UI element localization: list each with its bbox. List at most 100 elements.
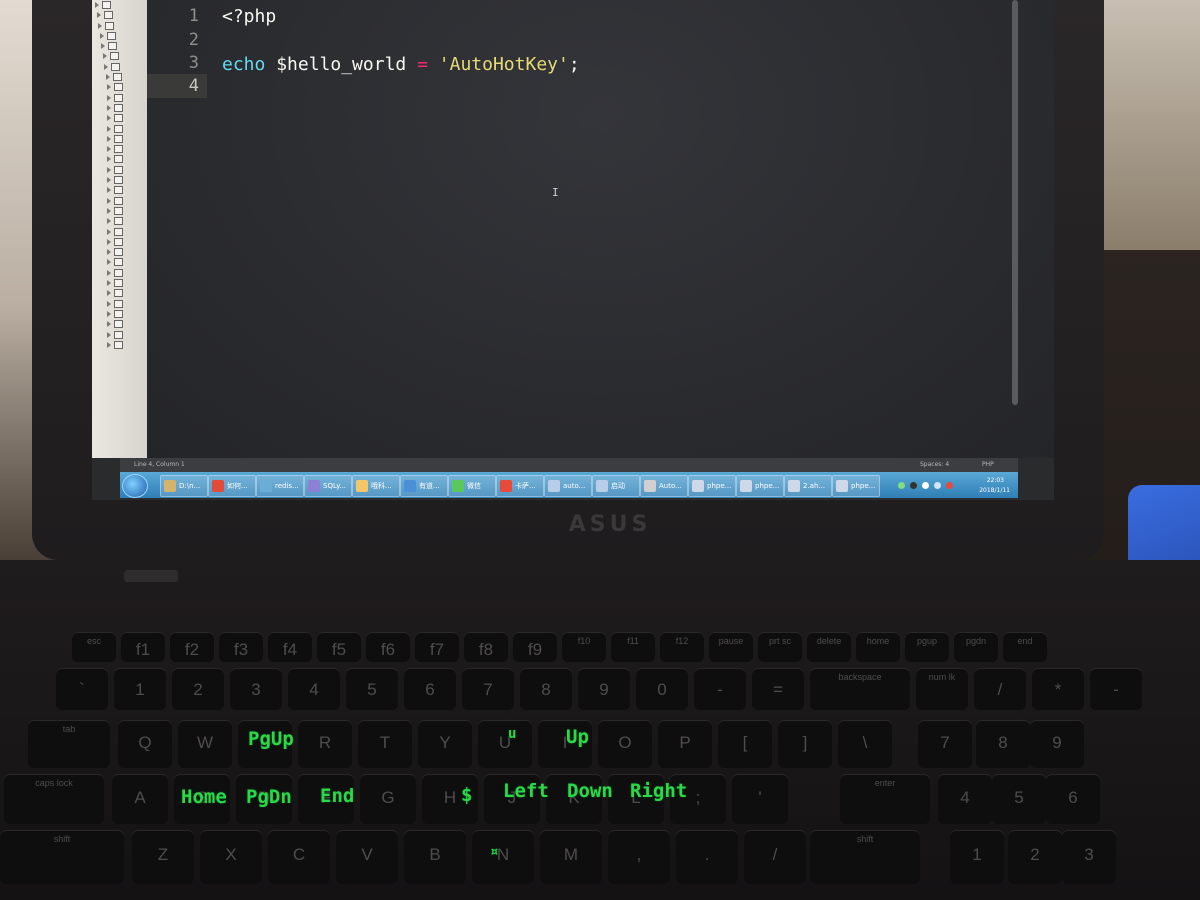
star-tray-icon[interactable]: [934, 482, 941, 489]
taskbar-item[interactable]: phpe...: [688, 475, 736, 497]
tree-expand-arrow-icon[interactable]: [96, 12, 101, 19]
key[interactable]: caps lock: [4, 774, 104, 824]
key[interactable]: f5: [317, 632, 361, 662]
key[interactable]: [: [718, 720, 772, 768]
code-line-3[interactable]: echo $hello_world = 'AutoHotKey';: [222, 54, 580, 75]
taskbar-item[interactable]: 卡萨...: [496, 475, 544, 497]
key[interactable]: G: [360, 774, 416, 824]
tree-expand-arrow-icon[interactable]: [107, 135, 111, 142]
key[interactable]: 3: [230, 668, 282, 710]
key[interactable]: pause: [709, 632, 753, 662]
taskbar-item[interactable]: SQLy...: [304, 475, 352, 497]
key[interactable]: -: [694, 668, 746, 710]
file-tree-row[interactable]: [92, 21, 147, 31]
key[interactable]: A: [112, 774, 168, 824]
key[interactable]: 4: [938, 774, 992, 824]
file-tree-row[interactable]: [92, 62, 147, 72]
file-tree-row[interactable]: [92, 93, 147, 103]
key[interactable]: -: [1090, 668, 1142, 710]
tree-expand-arrow-icon[interactable]: [107, 228, 111, 235]
key[interactable]: 7: [462, 668, 514, 710]
key[interactable]: 1: [114, 668, 166, 710]
key[interactable]: =: [752, 668, 804, 710]
key[interactable]: f9: [513, 632, 557, 662]
file-tree-sidebar[interactable]: [92, 0, 147, 458]
tree-expand-arrow-icon[interactable]: [107, 331, 111, 338]
tree-expand-arrow-icon[interactable]: [107, 177, 111, 184]
key[interactable]: 2: [172, 668, 224, 710]
tree-expand-arrow-icon[interactable]: [107, 249, 111, 256]
key[interactable]: delete: [807, 632, 851, 662]
key[interactable]: pgdn: [954, 632, 998, 662]
key[interactable]: 5: [346, 668, 398, 710]
key[interactable]: 9: [1030, 720, 1084, 768]
tree-expand-arrow-icon[interactable]: [107, 269, 111, 276]
file-tree-row[interactable]: [92, 257, 147, 267]
key[interactable]: f12: [660, 632, 704, 662]
key[interactable]: pgup: [905, 632, 949, 662]
taskbar-item[interactable]: phpe...: [736, 475, 784, 497]
tree-expand-arrow-icon[interactable]: [107, 146, 111, 153]
tree-expand-arrow-icon[interactable]: [99, 32, 104, 39]
editor-scrollbar[interactable]: [1012, 0, 1018, 405]
key[interactable]: enter: [840, 774, 930, 824]
key[interactable]: P: [658, 720, 712, 768]
key[interactable]: B: [404, 830, 466, 884]
file-tree-row[interactable]: [92, 299, 147, 309]
key[interactable]: num lk: [916, 668, 968, 710]
file-tree-row[interactable]: [92, 124, 147, 134]
taskbar-item[interactable]: 启动: [592, 475, 640, 497]
netease-tray-icon[interactable]: [946, 482, 953, 489]
key[interactable]: M: [540, 830, 602, 884]
key[interactable]: O: [598, 720, 652, 768]
key[interactable]: f3: [219, 632, 263, 662]
key[interactable]: *: [1032, 668, 1084, 710]
key[interactable]: f4: [268, 632, 312, 662]
taskbar-item[interactable]: 微信: [448, 475, 496, 497]
key[interactable]: f1: [121, 632, 165, 662]
start-button[interactable]: [122, 474, 148, 498]
file-tree-row[interactable]: [92, 113, 147, 123]
key[interactable]: home: [856, 632, 900, 662]
key[interactable]: end: [1003, 632, 1047, 662]
key[interactable]: \: [838, 720, 892, 768]
key[interactable]: Q: [118, 720, 172, 768]
clock-time[interactable]: 22:03: [987, 477, 1004, 484]
file-tree-row[interactable]: [92, 227, 147, 237]
file-tree-row[interactable]: [92, 82, 147, 92]
tree-expand-arrow-icon[interactable]: [107, 238, 111, 245]
file-tree-row[interactable]: [92, 144, 147, 154]
telegram-tray-icon[interactable]: [922, 482, 929, 489]
key[interactable]: 9: [578, 668, 630, 710]
key[interactable]: tab: [28, 720, 110, 768]
key[interactable]: 6: [404, 668, 456, 710]
key[interactable]: ]: [778, 720, 832, 768]
tree-expand-arrow-icon[interactable]: [107, 94, 111, 101]
key[interactable]: Y: [418, 720, 472, 768]
file-tree-row[interactable]: [92, 288, 147, 298]
tree-expand-arrow-icon[interactable]: [98, 22, 102, 29]
file-tree-row[interactable]: [92, 154, 147, 164]
key[interactable]: f10: [562, 632, 606, 662]
tree-expand-arrow-icon[interactable]: [107, 115, 111, 122]
key[interactable]: shift: [810, 830, 920, 884]
key[interactable]: 0: [636, 668, 688, 710]
key[interactable]: 2: [1008, 830, 1062, 884]
clock-date[interactable]: 2018/1/11: [979, 487, 1010, 494]
key[interactable]: f7: [415, 632, 459, 662]
tree-expand-arrow-icon[interactable]: [104, 63, 108, 70]
file-tree-row[interactable]: [92, 340, 147, 350]
key[interactable]: ,: [608, 830, 670, 884]
file-tree-row[interactable]: [92, 237, 147, 247]
key[interactable]: N: [472, 830, 534, 884]
key[interactable]: /: [744, 830, 806, 884]
network-tray-icon[interactable]: [910, 482, 917, 489]
key[interactable]: f6: [366, 632, 410, 662]
tree-expand-arrow-icon[interactable]: [107, 341, 111, 348]
key[interactable]: W: [178, 720, 232, 768]
key[interactable]: backspace: [810, 668, 910, 710]
key[interactable]: f8: [464, 632, 508, 662]
file-tree-row[interactable]: [92, 278, 147, 288]
file-tree-row[interactable]: [92, 216, 147, 226]
key[interactable]: 5: [992, 774, 1046, 824]
